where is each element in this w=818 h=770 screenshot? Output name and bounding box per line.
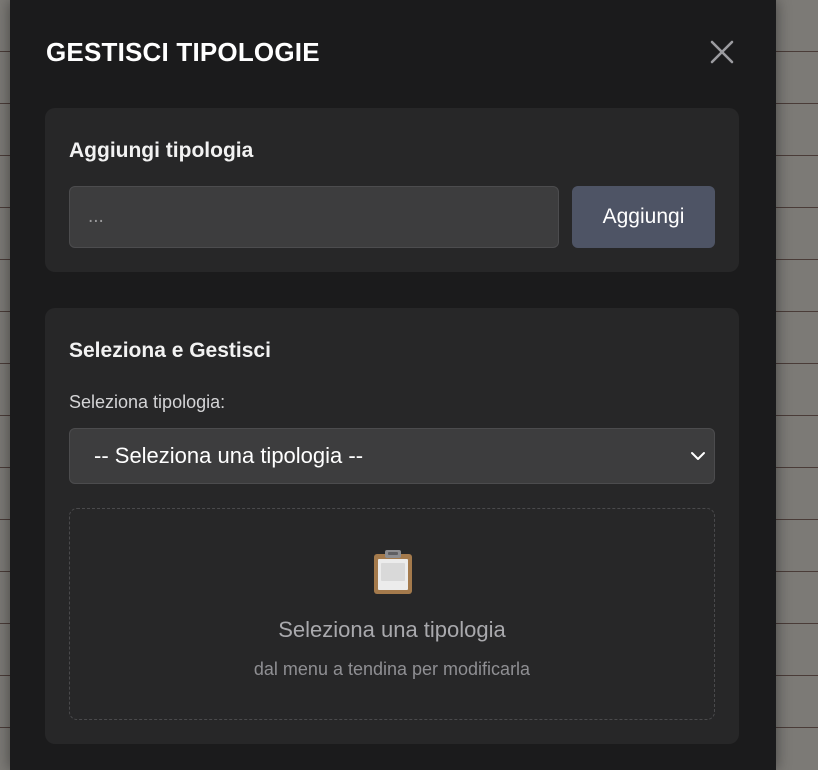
empty-state-panel: Seleziona una tipologia dal menu a tendi… — [69, 508, 715, 720]
manage-type-card: Seleziona e Gestisci Seleziona tipologia… — [45, 308, 739, 744]
chevron-down-icon — [691, 452, 705, 460]
close-button[interactable] — [706, 36, 738, 68]
manage-type-title: Seleziona e Gestisci — [69, 339, 271, 362]
modal-header: GESTISCI TIPOLOGIE — [46, 34, 740, 70]
modal-title: GESTISCI TIPOLOGIE — [46, 37, 320, 67]
add-type-title: Aggiungi tipologia — [69, 139, 254, 162]
manage-types-modal: GESTISCI TIPOLOGIE Aggiungi tipologia Ag… — [10, 0, 776, 770]
empty-state-title: Seleziona una tipologia — [278, 617, 506, 642]
add-button[interactable]: Aggiungi — [572, 186, 715, 248]
clipboard-icon — [374, 550, 412, 594]
add-type-card: Aggiungi tipologia Aggiungi — [45, 108, 739, 272]
type-select-value: -- Seleziona una tipologia -- — [94, 443, 364, 468]
empty-state-subtitle: dal menu a tendina per modificarla — [253, 659, 531, 679]
type-name-input[interactable] — [69, 186, 559, 248]
select-type-label: Seleziona tipologia: — [69, 392, 226, 412]
close-icon — [710, 40, 734, 64]
type-select[interactable]: -- Seleziona una tipologia -- — [69, 428, 715, 484]
